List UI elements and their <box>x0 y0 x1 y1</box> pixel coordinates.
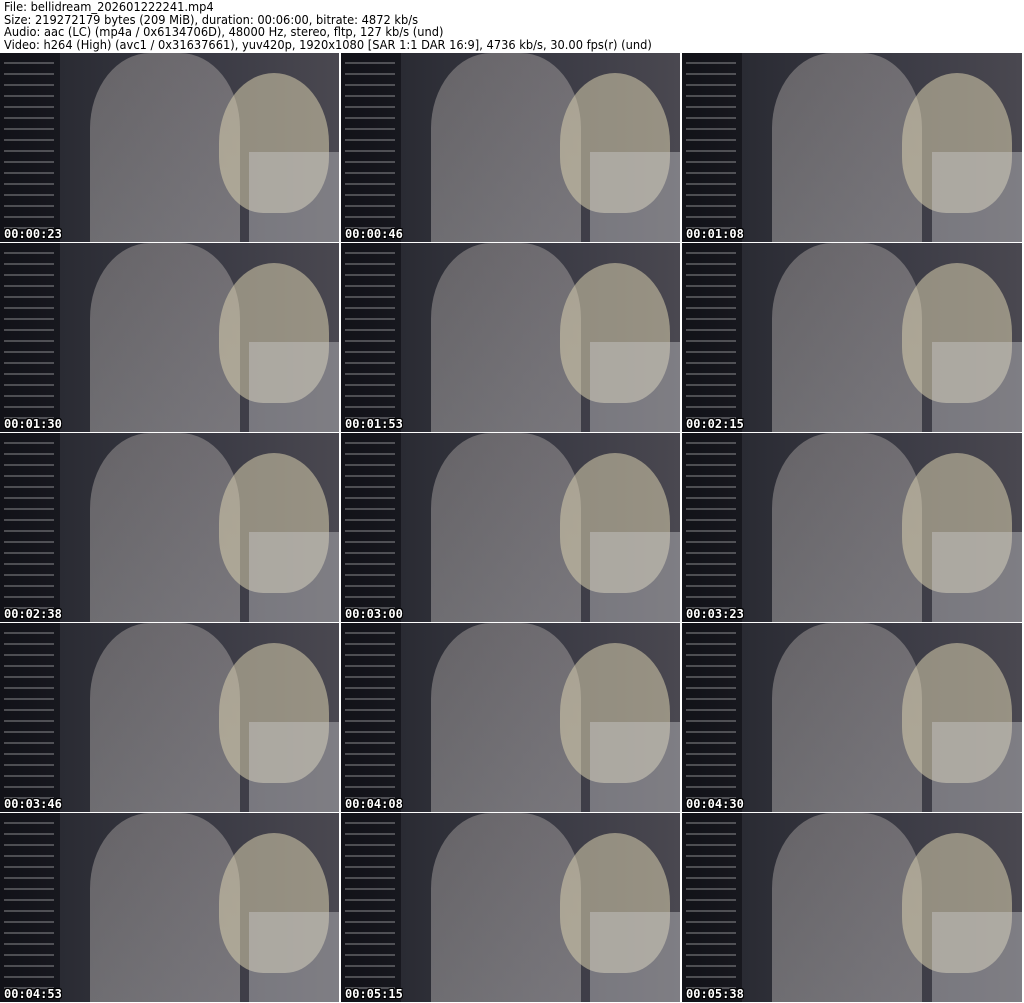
video-frame-thumbnail: 00:03:46 <box>0 623 339 812</box>
video-frame-thumbnail: 00:04:53 <box>0 813 339 1002</box>
video-frame-thumbnail: 00:03:00 <box>341 433 680 622</box>
frame-subject-placeholder <box>90 433 240 622</box>
background-box <box>932 722 1022 812</box>
background-box <box>249 152 339 242</box>
overlay-panel <box>682 53 742 242</box>
frame-subject-placeholder <box>90 623 240 812</box>
overlay-panel <box>0 53 60 242</box>
overlay-panel <box>341 433 401 622</box>
frame-timestamp: 00:01:08 <box>686 227 744 241</box>
video-frame-thumbnail: 00:05:38 <box>682 813 1022 1002</box>
frame-timestamp: 00:02:15 <box>686 417 744 431</box>
background-box <box>249 532 339 622</box>
frame-subject-placeholder <box>772 813 922 1002</box>
overlay-panel <box>682 243 742 432</box>
video-frame-thumbnail: 00:04:08 <box>341 623 680 812</box>
frame-subject-placeholder <box>90 53 240 242</box>
overlay-panel <box>341 623 401 812</box>
frame-timestamp: 00:01:53 <box>345 417 403 431</box>
overlay-panel <box>0 623 60 812</box>
overlay-panel <box>682 623 742 812</box>
overlay-panel <box>0 813 60 1002</box>
frame-timestamp: 00:00:46 <box>345 227 403 241</box>
background-box <box>932 152 1022 242</box>
video-frame-thumbnail: 00:00:46 <box>341 53 680 242</box>
background-box <box>932 342 1022 432</box>
video-frame-thumbnail: 00:01:53 <box>341 243 680 432</box>
frame-timestamp: 00:05:15 <box>345 987 403 1001</box>
frame-subject-placeholder <box>772 433 922 622</box>
audio-info: Audio: aac (LC) (mp4a / 0x6134706D), 480… <box>4 25 444 40</box>
video-frame-thumbnail: 00:01:30 <box>0 243 339 432</box>
overlay-panel <box>341 243 401 432</box>
file-info-header: File: bellidream_202601222241.mp4 Size: … <box>4 1 652 51</box>
frame-subject-placeholder <box>772 53 922 242</box>
frame-subject-placeholder <box>431 243 581 432</box>
overlay-panel <box>0 433 60 622</box>
frame-timestamp: 00:03:00 <box>345 607 403 621</box>
video-info: Video: h264 (High) (avc1 / 0x31637661), … <box>4 37 652 52</box>
frame-subject-placeholder <box>431 813 581 1002</box>
background-box <box>932 912 1022 1002</box>
frame-timestamp: 00:03:46 <box>4 797 62 811</box>
overlay-panel <box>341 53 401 242</box>
frame-timestamp: 00:04:08 <box>345 797 403 811</box>
video-frame-thumbnail: 00:04:30 <box>682 623 1022 812</box>
video-frame-thumbnail: 00:02:15 <box>682 243 1022 432</box>
frame-subject-placeholder <box>90 813 240 1002</box>
video-frame-thumbnail: 00:00:23 <box>0 53 339 242</box>
overlay-panel <box>0 243 60 432</box>
background-box <box>932 532 1022 622</box>
frame-timestamp: 00:04:30 <box>686 797 744 811</box>
frame-subject-placeholder <box>90 243 240 432</box>
background-box <box>590 152 680 242</box>
video-frame-thumbnail: 00:03:23 <box>682 433 1022 622</box>
overlay-panel <box>682 813 742 1002</box>
video-frame-thumbnail: 00:01:08 <box>682 53 1022 242</box>
frame-subject-placeholder <box>431 433 581 622</box>
frame-timestamp: 00:05:38 <box>686 987 744 1001</box>
frame-subject-placeholder <box>431 53 581 242</box>
frame-timestamp: 00:03:23 <box>686 607 744 621</box>
overlay-panel <box>682 433 742 622</box>
video-frame-thumbnail: 00:05:15 <box>341 813 680 1002</box>
background-box <box>249 722 339 812</box>
background-box <box>590 912 680 1002</box>
frame-timestamp: 00:02:38 <box>4 607 62 621</box>
background-box <box>590 722 680 812</box>
frame-subject-placeholder <box>772 623 922 812</box>
background-box <box>249 342 339 432</box>
overlay-panel <box>341 813 401 1002</box>
file-name: File: bellidream_202601222241.mp4 <box>4 0 214 14</box>
frame-timestamp: 00:00:23 <box>4 227 62 241</box>
background-box <box>249 912 339 1002</box>
background-box <box>590 532 680 622</box>
frame-timestamp: 00:04:53 <box>4 987 62 1001</box>
background-box <box>590 342 680 432</box>
thumbnail-grid: 00:00:23 00:00:46 00:01:08 00:01:30 00:01:53… <box>0 53 1024 1002</box>
video-frame-thumbnail: 00:02:38 <box>0 433 339 622</box>
frame-timestamp: 00:01:30 <box>4 417 62 431</box>
frame-subject-placeholder <box>431 623 581 812</box>
frame-subject-placeholder <box>772 243 922 432</box>
